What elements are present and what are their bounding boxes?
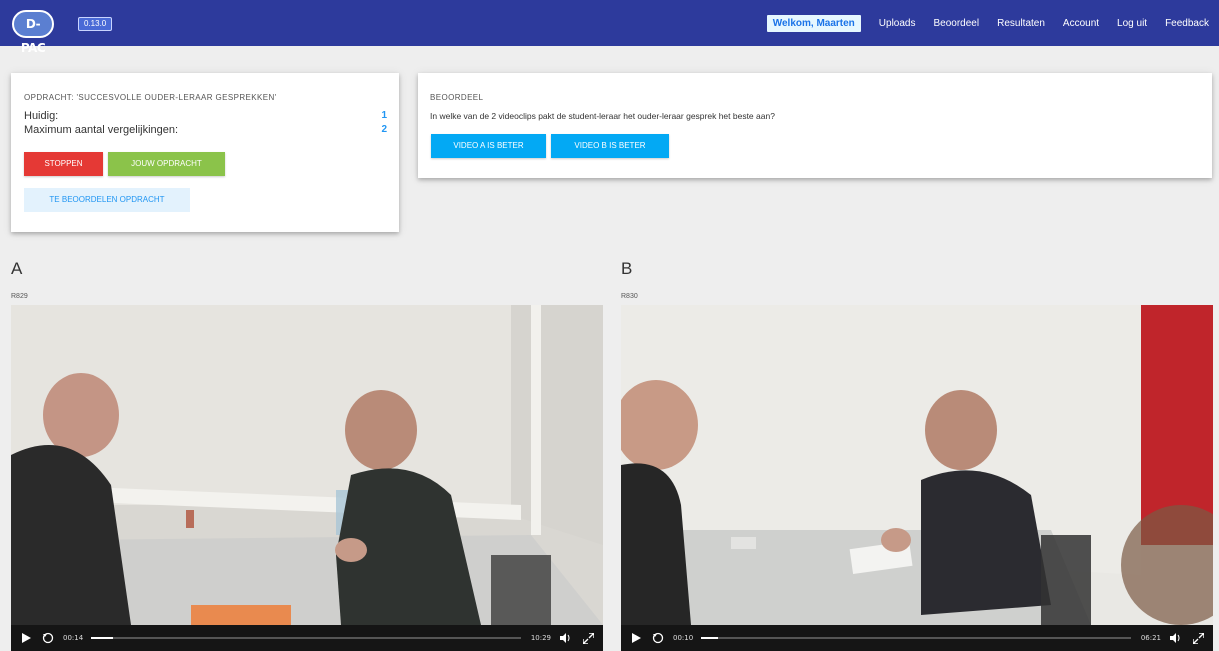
assess-assignment-button[interactable]: TE BEOORDELEN OPDRACHT xyxy=(24,188,190,212)
volume-icon[interactable] xyxy=(1169,631,1183,645)
nav-uploads[interactable]: Uploads xyxy=(879,18,916,29)
main-nav: Welkom, Maarten Uploads Beoordeel Result… xyxy=(766,0,1209,46)
own-assignment-button[interactable]: JOUW OPDRACHT xyxy=(108,152,225,176)
stop-button[interactable]: STOPPEN xyxy=(24,152,103,176)
video-a-duration: 10:29 xyxy=(530,634,551,642)
play-icon[interactable] xyxy=(629,631,643,645)
nav-welcome[interactable]: Welkom, Maarten xyxy=(766,14,861,32)
video-b-better-button[interactable]: VIDEO B IS BETER xyxy=(551,134,669,158)
max-comparisons-row: Maximum aantal vergelijkingen: 2 xyxy=(24,124,387,136)
video-a-letter: A xyxy=(11,259,23,278)
max-comparisons-label: Maximum aantal vergelijkingen: xyxy=(24,124,179,136)
replay-icon[interactable] xyxy=(651,631,665,645)
assignment-card: OPDRACHT: 'SUCCESVOLLE OUDER-LERAAR GESP… xyxy=(11,73,399,232)
video-a-progress-fill xyxy=(91,637,113,639)
judge-card: BEOORDEEL In welke van de 2 videoclips p… xyxy=(418,73,1212,178)
judge-title: BEOORDEEL xyxy=(430,93,484,102)
video-a-player[interactable]: 00:14 10:29 xyxy=(11,305,603,651)
current-label: Huidig: xyxy=(24,110,59,122)
video-b-id: R830 xyxy=(621,293,638,300)
video-a-frame[interactable] xyxy=(11,305,603,625)
fullscreen-icon[interactable] xyxy=(581,631,595,645)
nav-account[interactable]: Account xyxy=(1063,18,1099,29)
assignment-title: OPDRACHT: 'SUCCESVOLLE OUDER-LERAAR GESP… xyxy=(24,93,277,102)
video-b-duration: 06:21 xyxy=(1140,634,1161,642)
video-b-player[interactable]: 00:10 06:21 xyxy=(621,305,1213,651)
video-a-better-button[interactable]: VIDEO A IS BETER xyxy=(431,134,546,158)
max-comparisons-value: 2 xyxy=(381,124,387,135)
nav-beoordeel[interactable]: Beoordeel xyxy=(934,18,980,29)
top-bar: D-PAC 0.13.0 Welkom, Maarten Uploads Beo… xyxy=(0,0,1219,55)
video-b-progress-fill xyxy=(701,637,719,639)
replay-icon[interactable] xyxy=(41,631,55,645)
current-row: Huidig: 1 xyxy=(24,110,387,122)
logo[interactable]: D-PAC xyxy=(12,10,54,55)
video-b-letter: B xyxy=(621,259,633,278)
video-b-progress[interactable] xyxy=(701,637,1131,639)
video-a-progress[interactable] xyxy=(91,637,521,639)
volume-icon[interactable] xyxy=(559,631,573,645)
video-a-id: R829 xyxy=(11,293,28,300)
video-a-current-time: 00:14 xyxy=(63,634,84,642)
fullscreen-icon[interactable] xyxy=(1191,631,1205,645)
nav-resultaten[interactable]: Resultaten xyxy=(997,18,1045,29)
version-badge: 0.13.0 xyxy=(78,17,113,31)
nav-logout[interactable]: Log uit xyxy=(1117,18,1147,29)
play-icon[interactable] xyxy=(19,631,33,645)
video-a-controls: 00:14 10:29 xyxy=(11,625,603,651)
video-b-current-time: 00:10 xyxy=(673,634,694,642)
nav-feedback[interactable]: Feedback xyxy=(1165,18,1209,29)
current-value: 1 xyxy=(381,110,387,121)
judge-question: In welke van de 2 videoclips pakt de stu… xyxy=(430,111,775,121)
video-b-frame[interactable] xyxy=(621,305,1213,625)
video-b-controls: 00:10 06:21 xyxy=(621,625,1213,651)
